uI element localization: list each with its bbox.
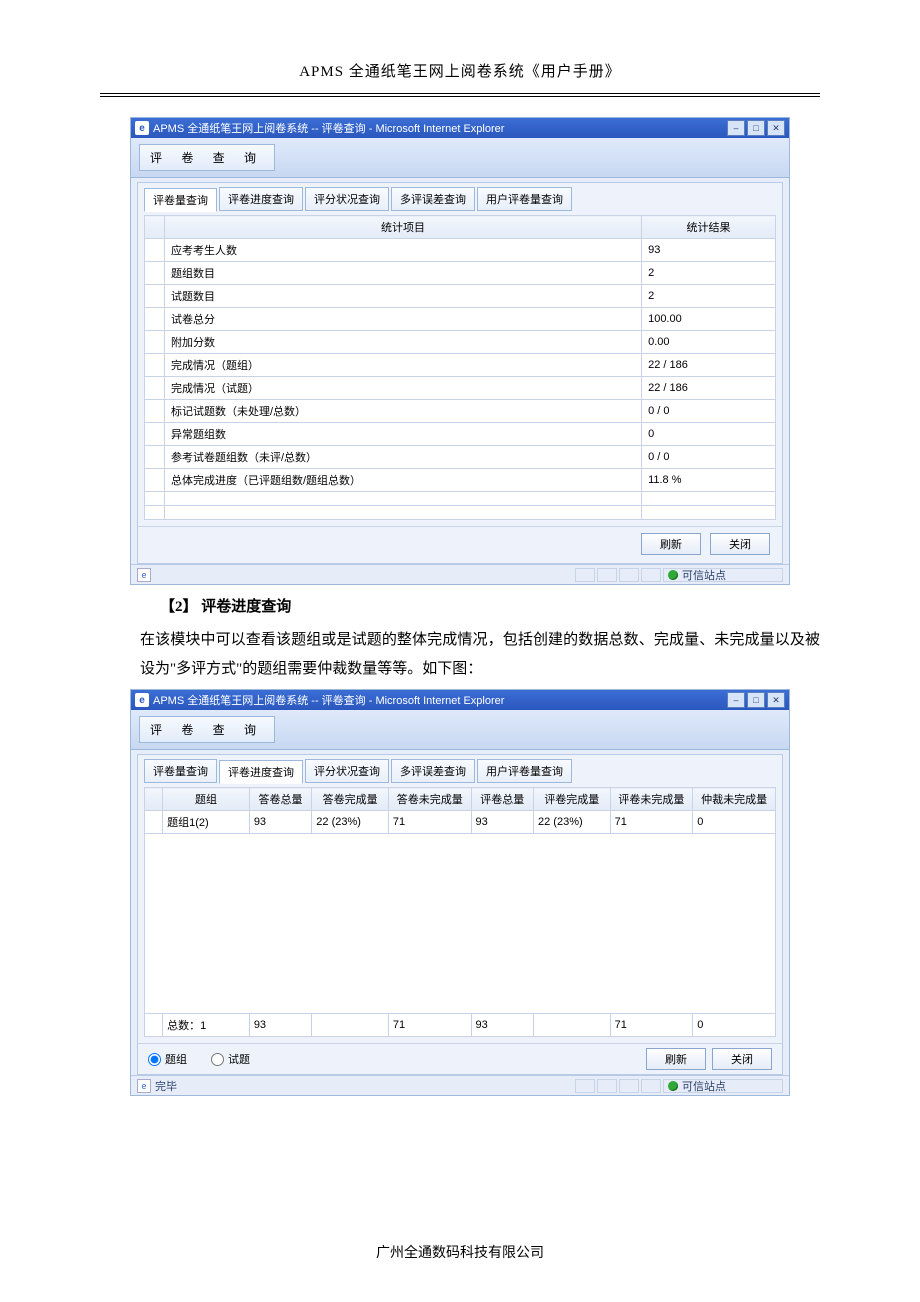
refresh-button[interactable]: 刷新 bbox=[646, 1048, 706, 1070]
tab-volume-query[interactable]: 评卷量查询 bbox=[144, 188, 217, 212]
doc-footer: 广州全通数码科技有限公司 bbox=[0, 1242, 920, 1262]
refresh-button[interactable]: 刷新 bbox=[641, 533, 701, 555]
totals-row: 总数：1 93 71 93 71 0 bbox=[145, 1014, 776, 1037]
close-button[interactable]: 关闭 bbox=[712, 1048, 772, 1070]
col-answer-undone: 答卷未完成量 bbox=[388, 788, 471, 811]
window-titlebar: e APMS 全通纸笔王网上阅卷系统 -- 评卷查询 - Microsoft I… bbox=[131, 690, 789, 710]
table-row: 题组数目2 bbox=[145, 262, 776, 285]
screenshot-1: e APMS 全通纸笔王网上阅卷系统 -- 评卷查询 - Microsoft I… bbox=[130, 117, 790, 585]
screenshot-2: e APMS 全通纸笔王网上阅卷系统 -- 评卷查询 - Microsoft I… bbox=[130, 689, 790, 1096]
col-answer-done: 答卷完成量 bbox=[312, 788, 389, 811]
col-mark-total: 评卷总量 bbox=[471, 788, 533, 811]
table-row: 参考试卷题组数（未评/总数）0 / 0 bbox=[145, 446, 776, 469]
header-rule-2 bbox=[100, 96, 820, 97]
window-titlebar: e APMS 全通纸笔王网上阅卷系统 -- 评卷查询 - Microsoft I… bbox=[131, 118, 789, 138]
stats-table: 统计项目 统计结果 应考考生人数93 题组数目2 试题数目2 试卷总分100.0… bbox=[144, 215, 776, 520]
close-button[interactable]: ✕ bbox=[767, 120, 785, 136]
tab-multi-error-query[interactable]: 多评误差查询 bbox=[391, 759, 475, 783]
col-stat-result: 统计结果 bbox=[642, 216, 776, 239]
status-trust-label: 可信站点 bbox=[682, 567, 726, 583]
col-arbit-undone: 仲裁未完成量 bbox=[693, 788, 776, 811]
tab-user-volume-query[interactable]: 用户评卷量查询 bbox=[477, 759, 572, 783]
page-icon: e bbox=[137, 568, 151, 582]
ie-icon: e bbox=[135, 121, 149, 135]
tab-score-status-query[interactable]: 评分状况查询 bbox=[305, 759, 389, 783]
col-mark-done: 评卷完成量 bbox=[534, 788, 611, 811]
main-tab[interactable]: 评 卷 查 询 bbox=[139, 144, 275, 171]
status-done-label: 完毕 bbox=[155, 1078, 177, 1094]
table-row: 试题数目2 bbox=[145, 285, 776, 308]
trusted-site-icon bbox=[668, 570, 678, 580]
table-row: 附加分数0.00 bbox=[145, 331, 776, 354]
minimize-button[interactable]: – bbox=[727, 120, 745, 136]
radio-question[interactable]: 试题 bbox=[211, 1051, 250, 1067]
tab-user-volume-query[interactable]: 用户评卷量查询 bbox=[477, 187, 572, 211]
table-row: 试卷总分100.00 bbox=[145, 308, 776, 331]
empty-area bbox=[145, 834, 776, 1014]
tab-score-status-query[interactable]: 评分状况查询 bbox=[305, 187, 389, 211]
table-row: 应考考生人数93 bbox=[145, 239, 776, 262]
table-row: 题组1(2) 93 22 (23%) 71 93 22 (23%) 71 0 bbox=[145, 811, 776, 834]
window-title: APMS 全通纸笔王网上阅卷系统 -- 评卷查询 - Microsoft Int… bbox=[153, 692, 504, 708]
col-answer-total: 答卷总量 bbox=[249, 788, 311, 811]
tab-progress-query[interactable]: 评卷进度查询 bbox=[219, 187, 303, 211]
window-title: APMS 全通纸笔王网上阅卷系统 -- 评卷查询 - Microsoft Int… bbox=[153, 120, 504, 136]
col-group: 题组 bbox=[163, 788, 250, 811]
table-row: 完成情况（试题）22 / 186 bbox=[145, 377, 776, 400]
status-bar: e 完毕 可信站点 bbox=[131, 1075, 789, 1095]
tab-multi-error-query[interactable]: 多评误差查询 bbox=[391, 187, 475, 211]
tab-volume-query[interactable]: 评卷量查询 bbox=[144, 759, 217, 783]
table-row: 总体完成进度（已评题组数/题组总数）11.8 % bbox=[145, 469, 776, 492]
status-trust-label: 可信站点 bbox=[682, 1078, 726, 1094]
ie-icon: e bbox=[135, 693, 149, 707]
section-body: 在该模块中可以查看该题组或是试题的整体完成情况，包括创建的数据总数、完成量、未完… bbox=[140, 626, 820, 683]
col-stat-item: 统计项目 bbox=[165, 216, 642, 239]
query-tabs: 评卷量查询 评卷进度查询 评分状况查询 多评误差查询 用户评卷量查询 bbox=[144, 759, 776, 783]
radio-group[interactable]: 题组 bbox=[148, 1051, 187, 1067]
maximize-button[interactable]: □ bbox=[747, 120, 765, 136]
main-tab[interactable]: 评 卷 查 询 bbox=[139, 716, 275, 743]
col-mark-undone: 评卷未完成量 bbox=[610, 788, 693, 811]
tab-progress-query[interactable]: 评卷进度查询 bbox=[219, 760, 303, 784]
table-row: 标记试题数（未处理/总数）0 / 0 bbox=[145, 400, 776, 423]
doc-header: APMS 全通纸笔王网上阅卷系统《用户手册》 bbox=[120, 60, 800, 87]
close-button[interactable]: ✕ bbox=[767, 692, 785, 708]
table-row: 异常题组数0 bbox=[145, 423, 776, 446]
query-tabs: 评卷量查询 评卷进度查询 评分状况查询 多评误差查询 用户评卷量查询 bbox=[144, 187, 776, 211]
page-icon: e bbox=[137, 1079, 151, 1093]
minimize-button[interactable]: – bbox=[727, 692, 745, 708]
close-button[interactable]: 关闭 bbox=[710, 533, 770, 555]
header-rule-1 bbox=[100, 93, 820, 94]
trusted-site-icon bbox=[668, 1081, 678, 1091]
section-heading: 【2】 评卷进度查询 bbox=[160, 595, 820, 616]
progress-table: 题组 答卷总量 答卷完成量 答卷未完成量 评卷总量 评卷完成量 评卷未完成量 仲… bbox=[144, 787, 776, 1037]
status-bar: e 完毕 可信站点 bbox=[131, 564, 789, 584]
maximize-button[interactable]: □ bbox=[747, 692, 765, 708]
table-row: 完成情况（题组）22 / 186 bbox=[145, 354, 776, 377]
